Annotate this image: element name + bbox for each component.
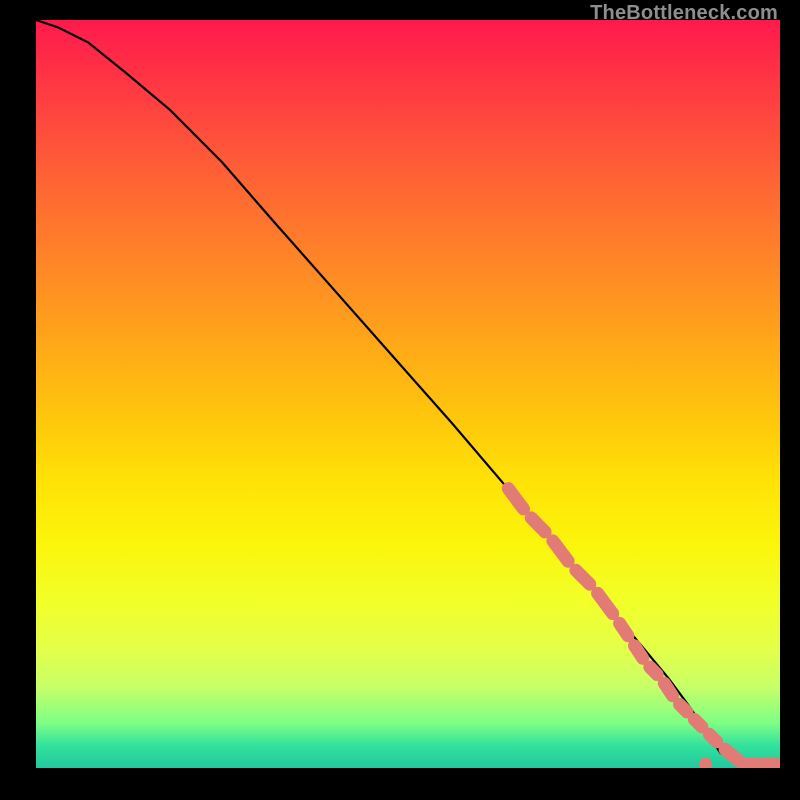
highlight-dash <box>725 749 738 760</box>
highlight-dash <box>694 719 702 727</box>
highlight-dash <box>576 570 590 584</box>
curve-layer <box>36 20 780 768</box>
highlight-dash <box>620 623 628 635</box>
plot-area <box>36 20 780 768</box>
highlight-dash <box>598 593 613 613</box>
highlight-dash <box>531 518 545 532</box>
highlight-segment <box>508 489 780 768</box>
chart-stage: TheBottleneck.com <box>0 0 800 800</box>
highlight-dash <box>650 667 657 675</box>
highlight-dash <box>508 489 523 509</box>
highlight-dash <box>635 646 643 659</box>
highlight-dot <box>699 758 712 768</box>
bottleneck-curve <box>36 20 780 764</box>
highlight-dash <box>664 683 672 696</box>
highlight-dash <box>553 541 568 561</box>
highlight-dash <box>709 734 717 742</box>
highlight-dash <box>680 704 687 712</box>
curve-path <box>36 20 780 764</box>
